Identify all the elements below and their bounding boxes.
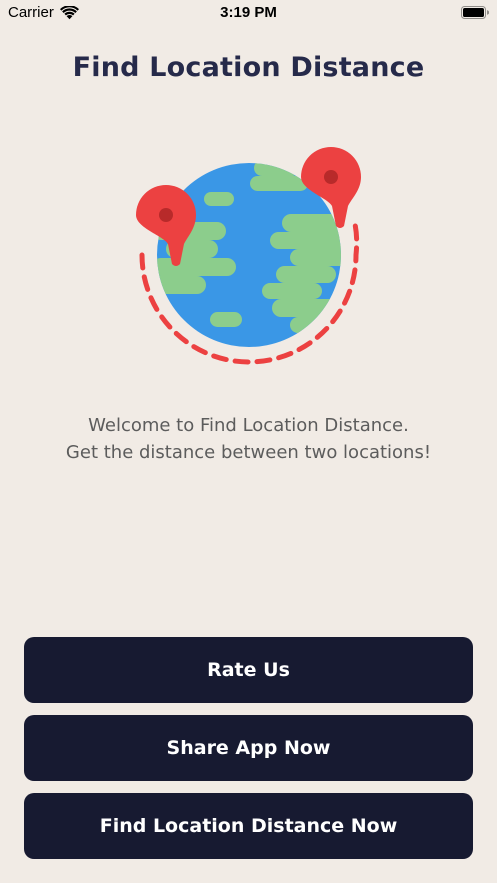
battery-icon — [461, 6, 489, 19]
share-app-button[interactable]: Share App Now — [24, 715, 473, 781]
globe-illustration — [136, 147, 361, 365]
welcome-line-1: Welcome to Find Location Distance. — [88, 415, 409, 436]
page-title: Find Location Distance — [72, 52, 425, 83]
welcome-line-2: Get the distance between two locations! — [65, 442, 432, 463]
welcome-message: Welcome to Find Location Distance. Get t… — [0, 412, 497, 466]
status-time: 3:19 PM — [220, 4, 277, 21]
rate-us-button[interactable]: Rate Us — [24, 637, 473, 703]
find-location-distance-button[interactable]: Find Location Distance Now — [24, 793, 473, 859]
status-bar: Carrier 3:19 PM — [0, 0, 497, 26]
